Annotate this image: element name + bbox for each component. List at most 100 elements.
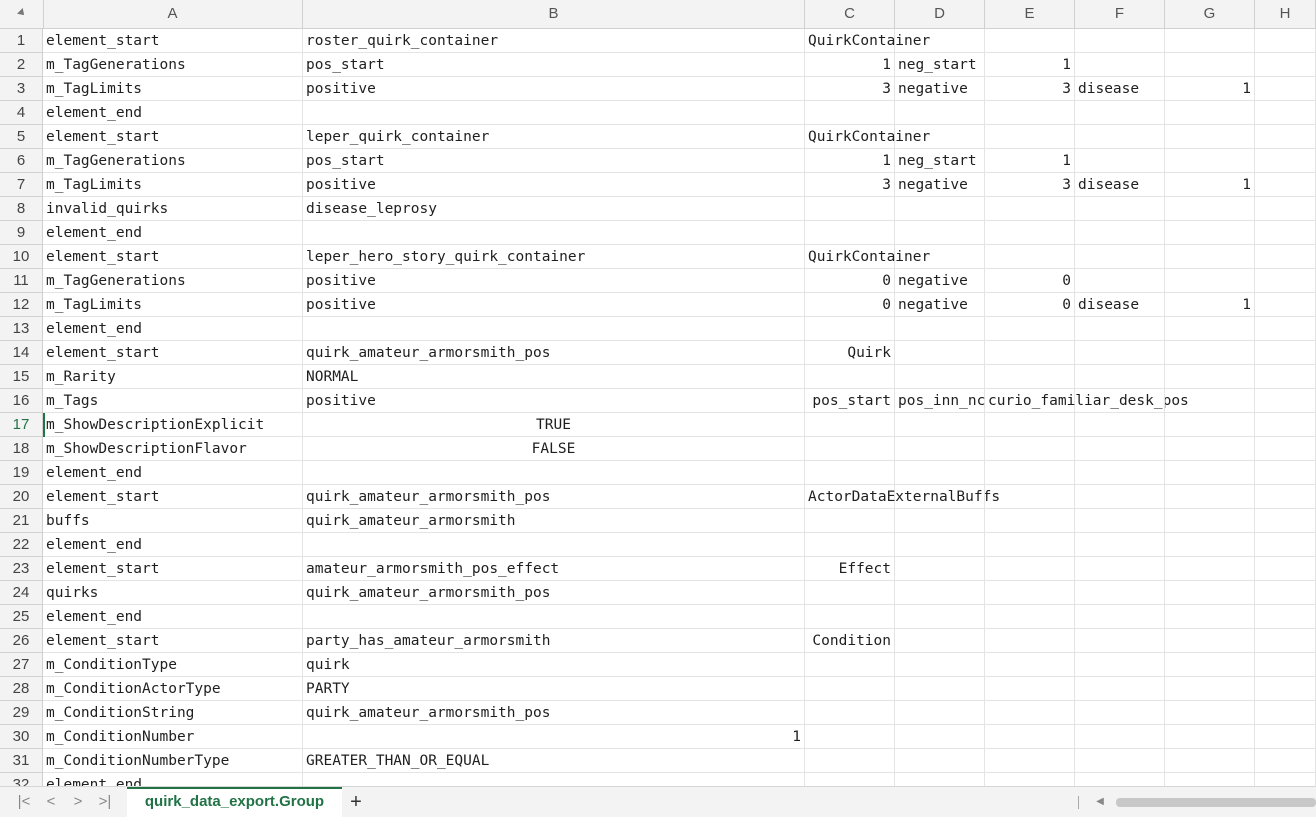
prev-sheet-icon[interactable]: < [41, 793, 61, 811]
cell-c[interactable] [805, 101, 895, 125]
cell-d[interactable] [895, 341, 985, 365]
cell-b[interactable]: positive [303, 77, 805, 101]
cell-d[interactable] [895, 29, 985, 53]
cell-g[interactable] [1165, 197, 1255, 221]
cell-a[interactable]: m_TagGenerations [43, 269, 303, 293]
row-header[interactable]: 9 [0, 221, 43, 245]
cell-a[interactable]: element_end [43, 221, 303, 245]
cell-e[interactable] [985, 341, 1075, 365]
cell-g[interactable] [1165, 629, 1255, 653]
cell-b[interactable]: pos_start [303, 149, 805, 173]
cell-b[interactable]: party_has_amateur_armorsmith [303, 629, 805, 653]
cell-a[interactable]: element_start [43, 245, 303, 269]
cell-d[interactable]: neg_start [895, 53, 985, 77]
cell-a[interactable]: element_end [43, 773, 303, 786]
cell-c[interactable] [805, 725, 895, 749]
row-header[interactable]: 8 [0, 197, 43, 221]
cell-g[interactable]: 1 [1165, 77, 1255, 101]
cell-a[interactable]: m_TagLimits [43, 173, 303, 197]
cell-e[interactable] [985, 749, 1075, 773]
cell-b[interactable]: PARTY [303, 677, 805, 701]
cell-h[interactable] [1255, 653, 1316, 677]
cell-f[interactable] [1075, 365, 1165, 389]
cell-a[interactable]: m_ShowDescriptionExplicit [43, 413, 303, 437]
cell-g[interactable] [1165, 725, 1255, 749]
cell-g[interactable] [1165, 389, 1255, 413]
cell-e[interactable] [985, 125, 1075, 149]
cell-d[interactable] [895, 773, 985, 786]
cell-d[interactable] [895, 413, 985, 437]
cell-a[interactable]: m_TagLimits [43, 293, 303, 317]
cell-f[interactable] [1075, 413, 1165, 437]
cell-b[interactable]: quirk_amateur_armorsmith_pos [303, 701, 805, 725]
cell-c[interactable]: 0 [805, 293, 895, 317]
cell-d[interactable] [895, 509, 985, 533]
cell-g[interactable]: 1 [1165, 293, 1255, 317]
cell-h[interactable] [1255, 29, 1316, 53]
cell-d[interactable] [895, 365, 985, 389]
cell-c[interactable]: QuirkContainer [805, 245, 930, 269]
cell-e[interactable] [985, 29, 1075, 53]
cell-g[interactable] [1165, 581, 1255, 605]
cell-g[interactable] [1165, 341, 1255, 365]
cell-g[interactable] [1165, 221, 1255, 245]
cell-h[interactable] [1255, 749, 1316, 773]
cell-h[interactable] [1255, 701, 1316, 725]
cell-b[interactable]: NORMAL [303, 365, 805, 389]
row-header[interactable]: 7 [0, 173, 43, 197]
cell-g[interactable] [1165, 701, 1255, 725]
cell-b[interactable]: positive [303, 173, 805, 197]
cell-f[interactable] [1075, 701, 1165, 725]
cell-b[interactable]: quirk_amateur_armorsmith_pos [303, 341, 805, 365]
cell-h[interactable] [1255, 77, 1316, 101]
cell-h[interactable] [1255, 173, 1316, 197]
cell-f[interactable] [1075, 317, 1165, 341]
cell-g[interactable] [1165, 29, 1255, 53]
row-header[interactable]: 26 [0, 629, 43, 653]
cell-g[interactable] [1165, 413, 1255, 437]
cell-g[interactable] [1165, 437, 1255, 461]
cell-d[interactable] [895, 221, 985, 245]
row-header[interactable]: 20 [0, 485, 43, 509]
cell-d[interactable] [895, 533, 985, 557]
cell-e[interactable] [985, 605, 1075, 629]
cell-e[interactable] [985, 677, 1075, 701]
cell-c[interactable] [805, 605, 895, 629]
cell-b[interactable] [303, 461, 805, 485]
scroll-divider[interactable] [1078, 796, 1079, 809]
cell-d[interactable] [895, 437, 985, 461]
cell-e[interactable]: curio_familiar_desk_pos [985, 389, 1189, 413]
cell-d[interactable]: negative [895, 293, 985, 317]
cell-g[interactable] [1165, 773, 1255, 786]
cell-g[interactable] [1165, 509, 1255, 533]
cell-g[interactable]: 1 [1165, 173, 1255, 197]
cell-a[interactable]: m_ShowDescriptionFlavor [43, 437, 303, 461]
column-header-d[interactable]: D [895, 0, 985, 28]
cell-a[interactable]: invalid_quirks [43, 197, 303, 221]
row-header[interactable]: 28 [0, 677, 43, 701]
cell-h[interactable] [1255, 293, 1316, 317]
cell-g[interactable] [1165, 245, 1255, 269]
cell-a[interactable]: element_start [43, 557, 303, 581]
next-sheet-icon[interactable]: > [68, 793, 88, 811]
cell-e[interactable] [985, 629, 1075, 653]
cell-h[interactable] [1255, 221, 1316, 245]
cell-c[interactable]: 1 [805, 53, 895, 77]
first-sheet-icon[interactable]: |< [14, 793, 34, 811]
cell-c[interactable] [805, 365, 895, 389]
cell-f[interactable] [1075, 29, 1165, 53]
cell-f[interactable] [1075, 557, 1165, 581]
cell-h[interactable] [1255, 509, 1316, 533]
cell-g[interactable] [1165, 557, 1255, 581]
cell-a[interactable]: m_TagLimits [43, 77, 303, 101]
cell-f[interactable] [1075, 437, 1165, 461]
cell-f[interactable] [1075, 485, 1165, 509]
column-header-g[interactable]: G [1165, 0, 1255, 28]
cell-g[interactable] [1165, 533, 1255, 557]
cell-a[interactable]: element_end [43, 101, 303, 125]
column-header-h[interactable]: H [1255, 0, 1316, 28]
last-sheet-icon[interactable]: >| [95, 793, 115, 811]
cell-c[interactable]: Condition [805, 629, 895, 653]
cell-d[interactable] [895, 605, 985, 629]
cell-h[interactable] [1255, 125, 1316, 149]
